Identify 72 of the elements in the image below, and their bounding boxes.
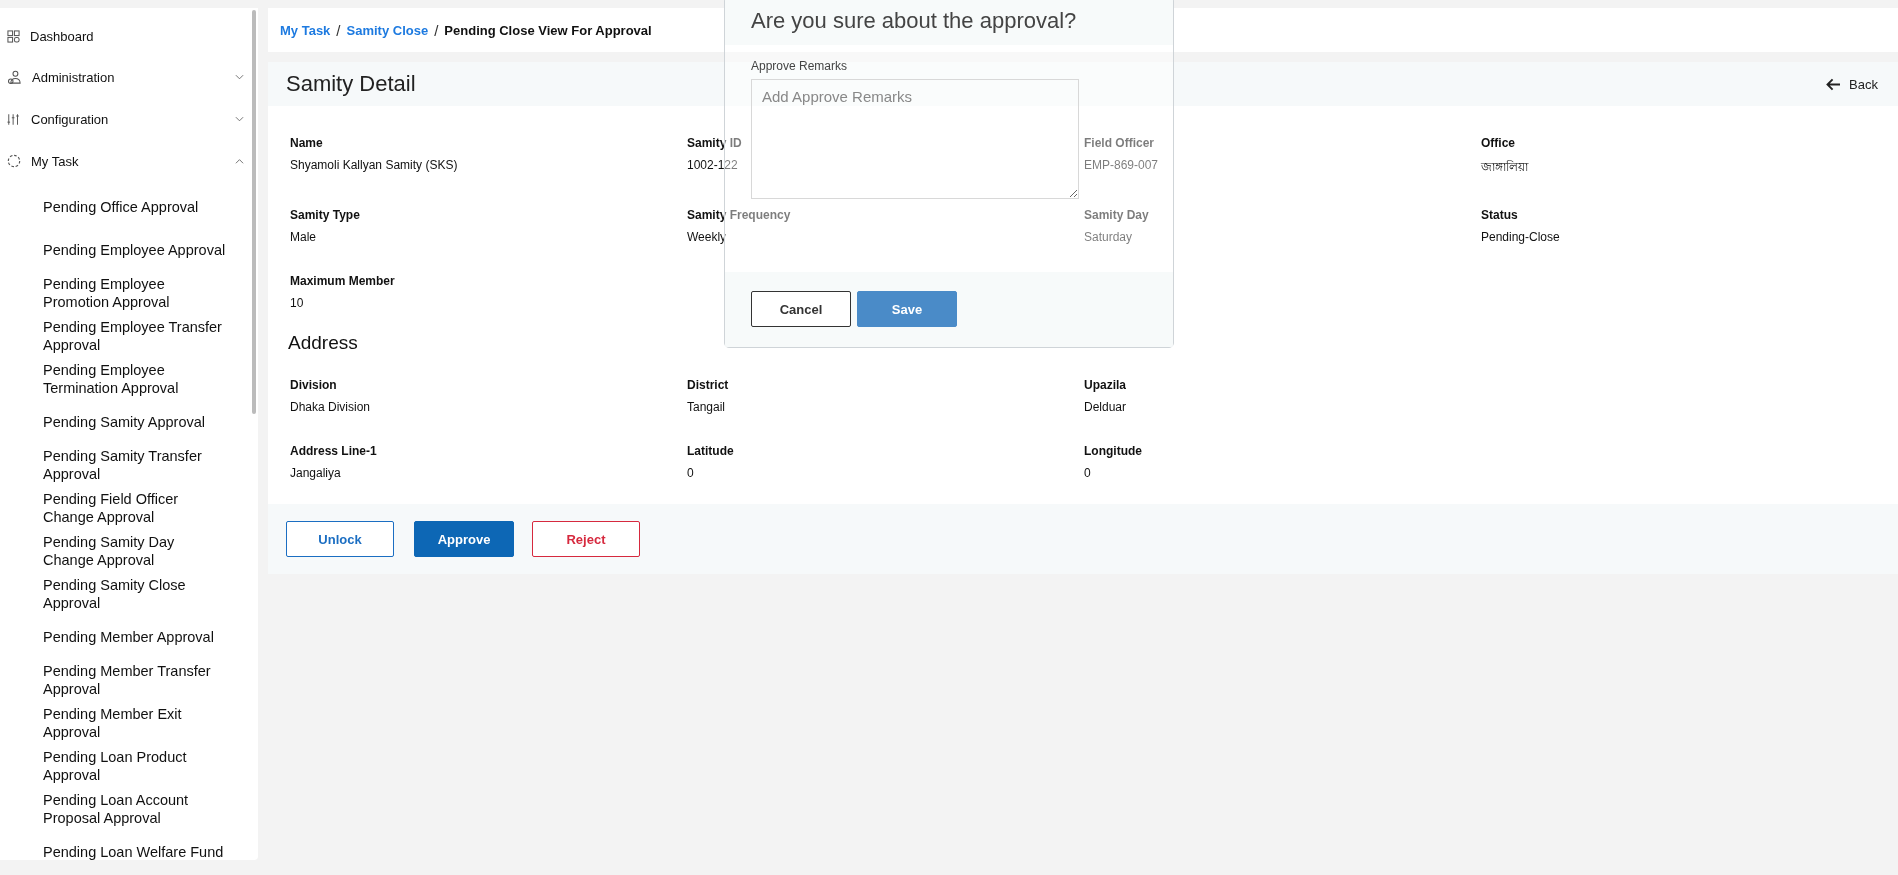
field-value: Shyamoli Kallyan Samity (SKS) xyxy=(290,158,459,172)
sidebar-subitem[interactable]: Pending Loan Account Proposal Approval xyxy=(0,787,258,830)
sidebar-item[interactable]: Configuration xyxy=(0,98,258,140)
field-value: 1002-122 xyxy=(687,158,739,172)
field-label: Division xyxy=(290,378,338,392)
sidebar-subitem[interactable]: Pending Member Exit Approval xyxy=(0,701,258,744)
field-value: Jangaliya xyxy=(290,466,342,480)
breadcrumb-separator: / xyxy=(336,21,341,39)
sidebar-subitem[interactable]: Pending Samity Close Approval xyxy=(0,572,258,615)
breadcrumb-current: Pending Close View For Approval xyxy=(444,22,652,38)
field-value: 0 xyxy=(687,466,695,480)
field-label: Samity Frequency xyxy=(687,208,792,222)
unlock-button[interactable]: Unlock xyxy=(286,521,394,557)
sidebar-item[interactable]: Administration xyxy=(0,56,258,98)
sidebar-subitem[interactable]: Pending Loan Product Approval xyxy=(0,744,258,787)
approve-button[interactable]: Approve xyxy=(414,521,514,557)
field-value: Saturday xyxy=(1084,230,1134,244)
sidebar-subitem[interactable]: Pending Member Transfer Approval xyxy=(0,658,258,701)
sidebar-subitem[interactable]: Pending Samity Approval xyxy=(0,400,258,443)
field-value: EMP-869-007 xyxy=(1084,158,1160,172)
scrollbar[interactable] xyxy=(252,10,256,414)
sidebar-subitem[interactable]: Pending Member Approval xyxy=(0,615,258,658)
breadcrumb-link[interactable]: Samity Close xyxy=(346,22,429,38)
field-label: Samity ID xyxy=(687,136,743,150)
sidebar-subitem[interactable]: Pending Employee Approval xyxy=(0,228,258,271)
field-value: 0 xyxy=(1084,466,1092,480)
field-label: Samity Type xyxy=(290,208,361,222)
field-value: Tangail xyxy=(687,400,727,414)
field-value: Male xyxy=(290,230,317,244)
sliders-icon xyxy=(7,112,21,126)
sidebar-subitem[interactable]: Pending Employee Termination Approval xyxy=(0,357,258,400)
field-value: Delduar xyxy=(1084,400,1128,414)
field-label: Maximum Member xyxy=(290,274,396,288)
remarks-field[interactable]: Add Approve Remarks xyxy=(751,79,1079,199)
breadcrumb-link[interactable]: My Task xyxy=(280,22,331,38)
sidebar-subitem[interactable]: Pending Samity Transfer Approval xyxy=(0,443,258,486)
users-icon xyxy=(7,69,22,85)
sidebar-item[interactable]: My Task xyxy=(0,140,258,182)
field-value: জাঙ্গালিয়া xyxy=(1481,159,1530,176)
field-label: Address Line-1 xyxy=(290,444,378,458)
spinner-icon xyxy=(7,154,21,168)
field-label: Latitude xyxy=(687,444,735,458)
sidebar-subitem[interactable]: Pending Samity Day Change Approval xyxy=(0,529,258,572)
sidebar-subitem[interactable]: Pending Employee Transfer Approval xyxy=(0,314,258,357)
field-label: Field Officer xyxy=(1084,136,1155,150)
dialog-title: Are you sure about the approval? xyxy=(751,8,1077,34)
sidebar-subitem[interactable]: Pending Field Officer Change Approval xyxy=(0,486,258,529)
reject-button[interactable]: Reject xyxy=(532,521,640,557)
sidebar-subitem[interactable]: Pending Employee Promotion Approval xyxy=(0,271,258,314)
back-arrow-icon xyxy=(1826,77,1842,91)
field-value: Weekly xyxy=(687,230,728,244)
breadcrumb-separator: / xyxy=(434,21,439,39)
field-label: Longitude xyxy=(1084,444,1143,458)
sidebar-subitem[interactable]: Pending Office Approval xyxy=(0,185,258,228)
grid-icon xyxy=(7,29,20,43)
field-label: Approve Remarks xyxy=(751,59,849,73)
sidebar-item[interactable]: Dashboard xyxy=(0,16,258,56)
field-label: Status xyxy=(1481,208,1519,222)
field-value: 10 xyxy=(290,296,305,310)
field-label: Name xyxy=(290,136,324,150)
page-title: Samity Detail xyxy=(286,71,416,97)
field-value: Pending-Close xyxy=(1481,230,1561,244)
field-label: Samity Day xyxy=(1084,208,1150,222)
back-button[interactable]: Back xyxy=(1826,76,1878,92)
cancel-button[interactable]: Cancel xyxy=(751,291,851,327)
field-value: Dhaka Division xyxy=(290,400,372,414)
field-label: Upazila xyxy=(1084,378,1127,392)
sidebar-subitem[interactable]: Pending Loan Welfare Fund xyxy=(0,830,258,860)
save-button[interactable]: Save xyxy=(857,291,957,327)
section-title: Address xyxy=(288,332,359,354)
field-label: District xyxy=(687,378,730,392)
field-label: Office xyxy=(1481,136,1516,150)
